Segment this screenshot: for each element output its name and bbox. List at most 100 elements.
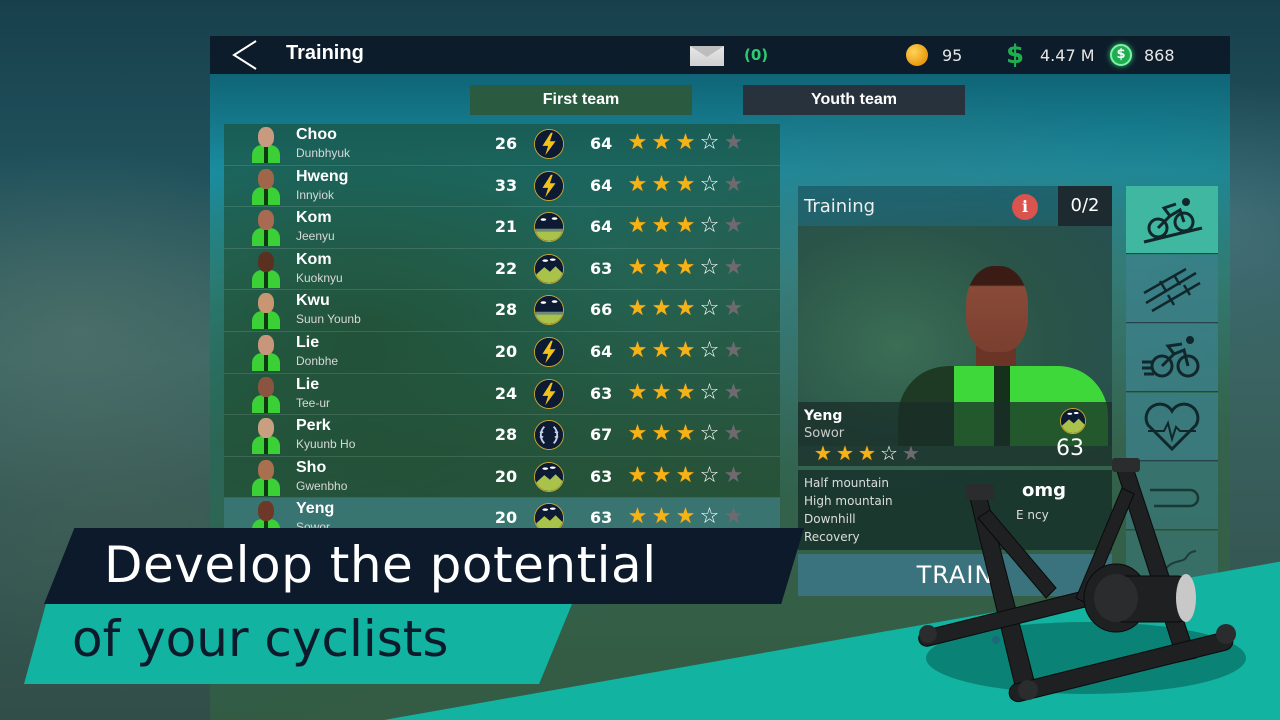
star-full-icon: ★ [675,130,696,155]
star-half-icon: ☆ [699,213,720,239]
selected-cyclist-stars: ★ ★ ★ ☆ ★ [812,442,922,464]
climbing-cyclist-icon [1143,198,1203,244]
cyclist-row[interactable]: Sho Gwenbho 20 63 ★ ★ ★ ☆ ★ [224,457,780,499]
side-tab-recovery[interactable] [1126,393,1218,461]
side-tab-climbing[interactable] [1126,186,1218,254]
star-full-icon: ★ [627,504,648,530]
cyclist-age: 28 [494,425,518,445]
premium-currency-icon: $ [1110,44,1132,66]
info-icon[interactable]: i [1012,194,1038,220]
cyclist-rating: 64 [590,134,613,153]
avatar [252,376,280,413]
cyclist-age: 28 [494,300,518,320]
cyclist-surname: Donbhe [296,354,339,368]
star-rating: ★ ★ ★ ☆ ★ [626,254,745,280]
training-count: 0/2 [1058,186,1112,226]
star-rating: ★ ★ ★ ☆ ★ [626,462,745,488]
star-empty-icon: ★ [723,504,744,530]
avatar [252,293,280,330]
side-tab-cobblestone[interactable] [1126,255,1218,323]
avatar [252,127,280,163]
star-full-icon: ★ [814,441,832,465]
coin-icon [906,44,928,66]
cyclist-rating: 67 [590,425,613,445]
cyclist-surname: Kyuunb Ho [296,437,356,452]
detail-header: Training i 0/2 [798,186,1112,226]
cyclist-list: Choo Dunbhyuk 26 64 ★ ★ ★ ☆ ★ Hweng Innyiok 33 64 ★ ★ ★… [224,124,780,584]
back-button[interactable] [228,39,262,71]
star-empty-icon: ★ [723,296,744,322]
cyclist-row[interactable]: Lie Tee-ur 24 63 ★ ★ ★ ☆ ★ [224,374,780,416]
cyclist-row[interactable]: Hweng Innyiok 33 64 ★ ★ ★ ☆ ★ [224,166,780,208]
star-half-icon: ☆ [699,504,720,530]
star-empty-icon: ★ [723,213,744,239]
star-rating: ★ ★ ★ ☆ ★ [626,379,745,405]
star-half-icon: ☆ [699,379,720,405]
flat-terrain-icon [534,212,564,243]
cyclist-age: 33 [494,175,518,195]
tab-youth-team[interactable]: Youth team [743,85,965,115]
cyclist-row[interactable]: Kom Kuoknyu 22 63 ★ ★ ★ ☆ ★ [224,249,780,291]
star-full-icon: ★ [627,296,648,322]
chevron-left-icon [232,40,257,70]
lightning-icon [534,129,564,159]
cyclist-rating: 64 [590,175,613,195]
lightning-icon [534,337,564,367]
cyclist-name: Choo [296,126,337,143]
star-full-icon: ★ [651,130,672,155]
cyclist-surname: Innyiok [296,187,335,202]
cyclist-row[interactable]: Lie Donbhe 20 64 ★ ★ ★ ☆ ★ [224,332,780,374]
top-bar: Training (0) 95 $ 4.47 M $ 868 [210,36,1230,74]
tab-first-team[interactable]: First team [470,85,692,115]
portrait-head [966,266,1028,352]
cyclist-age: 26 [494,134,518,153]
cyclist-name: Kom [296,209,332,227]
bike-trainer-image [918,458,1246,703]
star-rating: ★ ★ ★ ☆ ★ [626,214,745,238]
cyclist-row[interactable]: Kwu Suun Younb 28 66 ★ ★ ★ ☆ ★ [224,290,780,332]
star-half-icon: ☆ [880,441,898,465]
star-full-icon: ★ [627,338,648,363]
mail-icon[interactable] [690,46,724,66]
star-full-icon: ★ [675,171,696,197]
star-empty-icon: ★ [723,421,744,447]
star-half-icon: ☆ [699,338,720,363]
skill-item: Half mountain [804,476,889,490]
star-full-icon: ★ [675,254,696,280]
cyclist-surname: Tee-ur [296,395,331,410]
star-rating: ★ ★ ★ ☆ ★ [626,171,745,197]
cyclist-row[interactable]: Kom Jeenyu 21 64 ★ ★ ★ ☆ ★ [224,207,780,249]
cyclist-row[interactable]: Perk Kyuunb Ho 28 67 ★ ★ ★ ☆ ★ [224,415,780,457]
star-full-icon: ★ [627,213,648,239]
cyclist-rating: 66 [590,300,613,320]
cyclist-surname: Gwenbho [296,478,348,493]
cyclist-surname: Kuoknyu [296,270,343,285]
star-full-icon: ★ [836,441,854,465]
cyclist-age: 20 [494,508,518,528]
cyclist-rating: 64 [590,342,613,361]
star-half-icon: ☆ [699,254,720,280]
star-full-icon: ★ [627,254,648,280]
star-full-icon: ★ [627,171,648,197]
star-full-icon: ★ [651,254,672,280]
star-full-icon: ★ [627,130,648,155]
star-half-icon: ☆ [699,462,720,488]
cobblestone-icon [1143,267,1201,313]
cyclist-name: Hweng [296,167,349,185]
cyclist-age: 21 [494,217,518,237]
side-tab-sprint[interactable] [1126,324,1218,392]
star-half-icon: ☆ [699,171,720,197]
star-full-icon: ★ [675,504,696,530]
promo-headline: Develop the potential [104,536,657,594]
coin-balance: 95 [942,46,963,65]
star-full-icon: ★ [651,462,672,488]
star-empty-icon: ★ [723,254,744,280]
skill-item: Recovery [804,530,860,544]
cyclist-row[interactable]: Choo Dunbhyuk 26 64 ★ ★ ★ ☆ ★ [224,124,780,166]
star-full-icon: ★ [627,421,648,447]
star-full-icon: ★ [651,379,672,405]
star-full-icon: ★ [651,213,672,239]
laurel-wreath-icon [534,420,564,451]
cyclist-age: 24 [494,383,518,403]
cyclist-name: Yeng [296,500,335,518]
